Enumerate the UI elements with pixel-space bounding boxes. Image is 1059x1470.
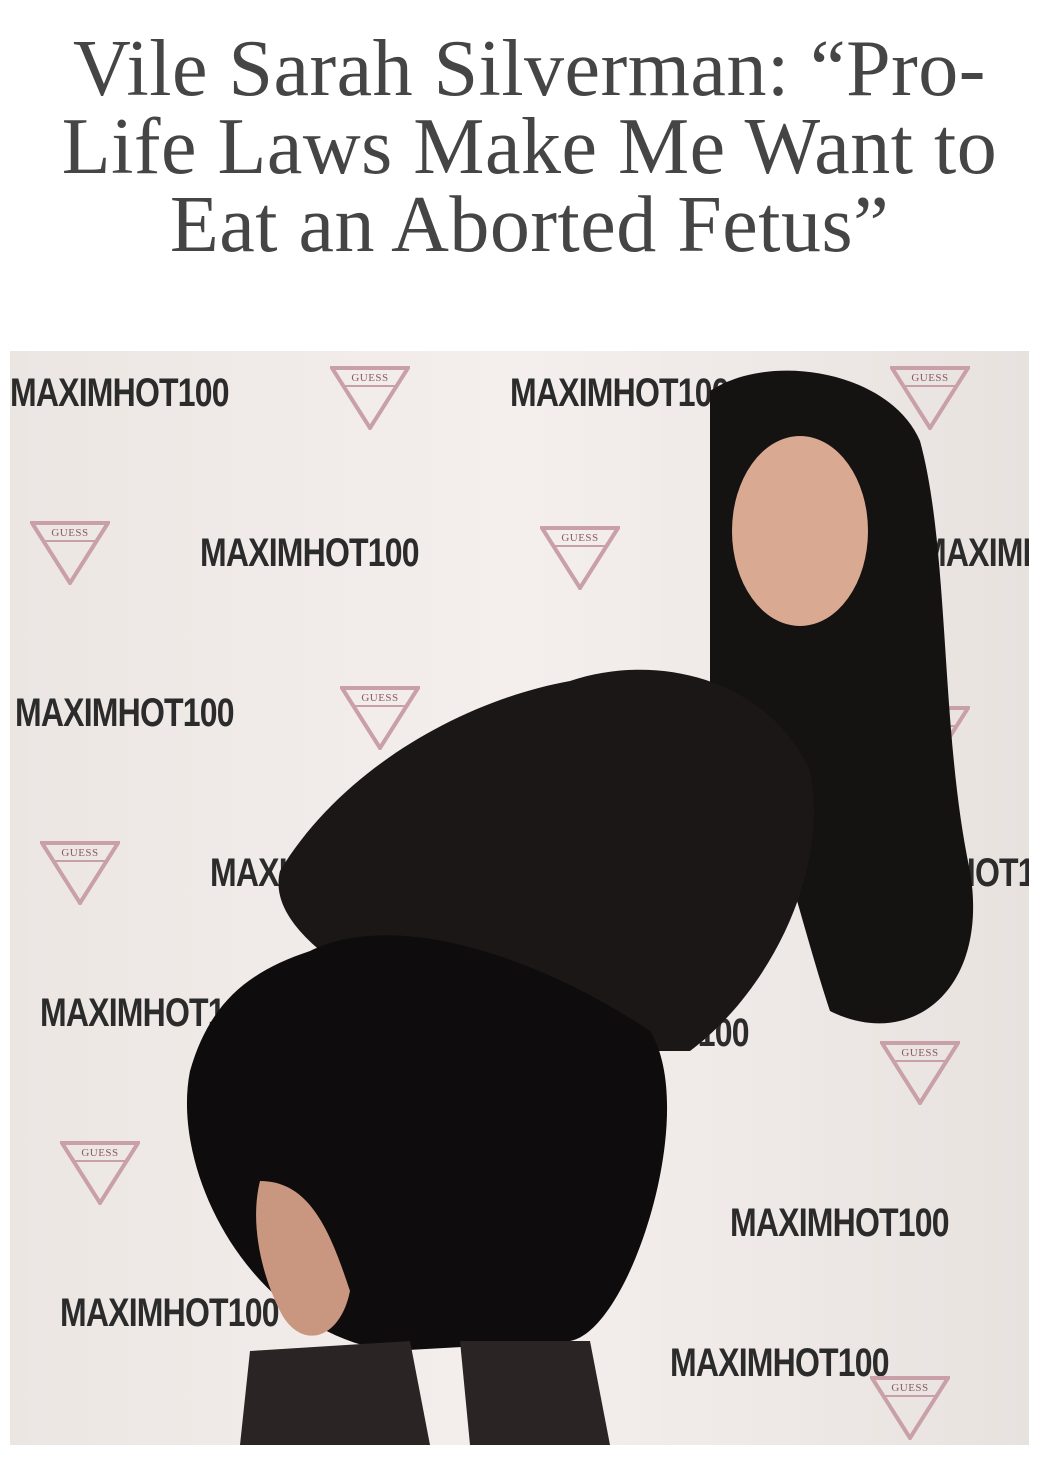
article-photo: MAXIMHOT100MAXIMHOT100MAXIMHOT100MAXIMHO…	[10, 351, 1029, 1445]
photo-subject	[186, 370, 974, 1445]
article-headline: Vile Sarah Silverman: “Pro-Life Laws Mak…	[61, 25, 998, 269]
